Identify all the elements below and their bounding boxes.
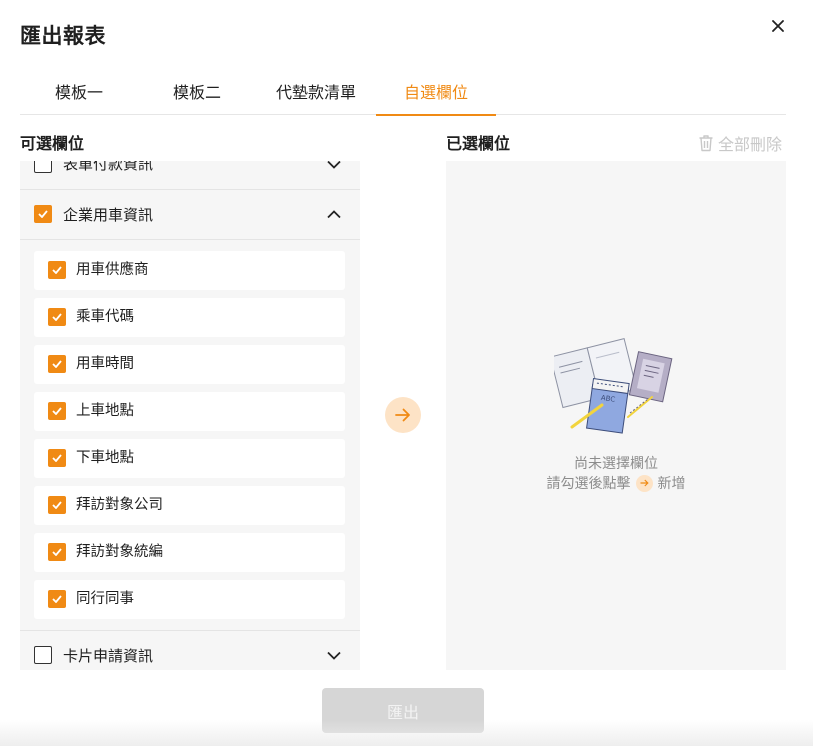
chevron-down-icon[interactable] bbox=[326, 647, 342, 663]
field-item[interactable]: 同行同事 bbox=[34, 580, 345, 619]
field-item[interactable]: 乘車代碼 bbox=[34, 298, 345, 337]
export-button[interactable]: 匯出 bbox=[322, 688, 484, 733]
field-checkbox[interactable] bbox=[48, 402, 66, 420]
check-icon bbox=[52, 501, 62, 509]
field-checkbox[interactable] bbox=[48, 308, 66, 326]
chevron-down-icon[interactable] bbox=[326, 161, 342, 172]
check-icon bbox=[52, 360, 62, 368]
field-item[interactable]: 用車供應商 bbox=[34, 251, 345, 290]
selected-fields-heading: 已選欄位 bbox=[446, 134, 511, 153]
arrow-right-icon bbox=[395, 408, 410, 422]
arrow-right-icon bbox=[635, 474, 653, 492]
field-label: 上車地點 bbox=[76, 403, 134, 419]
field-label: 拜訪對象公司 bbox=[76, 497, 163, 513]
group-checkbox-corporate-car-info[interactable] bbox=[34, 205, 52, 223]
tab-advance-payment-list[interactable]: 代墊款清單 bbox=[256, 66, 376, 115]
field-label: 用車供應商 bbox=[76, 262, 149, 278]
group-label: 企業用車資訊 bbox=[63, 206, 154, 224]
empty-hint-prefix: 請勾選後點擊 bbox=[546, 476, 631, 492]
trash-icon bbox=[699, 135, 713, 152]
close-button[interactable] bbox=[768, 16, 788, 36]
tab-custom-fields[interactable]: 自選欄位 bbox=[376, 66, 496, 116]
field-checkbox[interactable] bbox=[48, 590, 66, 608]
group-checkbox-payment-info[interactable] bbox=[34, 161, 52, 173]
check-icon bbox=[52, 266, 62, 274]
check-icon bbox=[52, 313, 62, 321]
field-label: 乘車代碼 bbox=[76, 309, 134, 325]
field-checkbox[interactable] bbox=[48, 261, 66, 279]
group-label: 表單付款資訊 bbox=[63, 161, 154, 173]
clear-all-button[interactable]: 全部刪除 bbox=[698, 131, 782, 155]
field-item[interactable]: 拜訪對象統編 bbox=[34, 533, 345, 572]
check-icon bbox=[52, 454, 62, 462]
group-checkbox-card-application-info[interactable] bbox=[34, 646, 52, 664]
add-to-selected-button[interactable] bbox=[385, 397, 421, 433]
empty-notebooks-illustration: ABC bbox=[554, 338, 673, 434]
check-icon bbox=[52, 407, 62, 415]
field-item[interactable]: 拜訪對象公司 bbox=[34, 486, 345, 525]
empty-hint-suffix: 新增 bbox=[657, 476, 686, 492]
field-label: 拜訪對象統編 bbox=[76, 544, 163, 560]
close-icon[interactable] bbox=[772, 20, 784, 32]
selected-fields-list: ABC 尚未選擇欄位 請勾選後點擊 新增 bbox=[446, 161, 786, 670]
field-checkbox[interactable] bbox=[48, 496, 66, 514]
group-row-card-application-info[interactable]: 卡片申請資訊 bbox=[20, 630, 360, 670]
check-icon bbox=[52, 595, 62, 603]
field-label: 同行同事 bbox=[76, 591, 134, 607]
tab-bar: 模板一 模板二 代墊款清單 自選欄位 bbox=[20, 66, 786, 116]
clear-all-label: 全部刪除 bbox=[718, 135, 783, 154]
field-label: 下車地點 bbox=[76, 450, 134, 466]
group-label: 卡片申請資訊 bbox=[63, 647, 154, 665]
field-item[interactable]: 下車地點 bbox=[34, 439, 345, 478]
check-icon bbox=[38, 210, 48, 218]
chevron-up-icon[interactable] bbox=[326, 206, 342, 222]
tab-template-2[interactable]: 模板二 bbox=[138, 66, 256, 115]
field-checkbox[interactable] bbox=[48, 543, 66, 561]
group-row-corporate-car-info[interactable]: 企業用車資訊 bbox=[20, 189, 360, 239]
check-icon bbox=[52, 548, 62, 556]
empty-state-title: 尚未選擇欄位 bbox=[574, 456, 658, 472]
tab-template-1[interactable]: 模板一 bbox=[20, 66, 138, 115]
available-fields-list[interactable]: 表單付款資訊 企業用車資訊 用車供應商 乘車代碼 用車時間 上車地點 下車地點 bbox=[20, 161, 360, 670]
field-item[interactable]: 用車時間 bbox=[34, 345, 345, 384]
dialog-title: 匯出報表 bbox=[20, 24, 106, 48]
field-checkbox[interactable] bbox=[48, 355, 66, 373]
field-label: 用車時間 bbox=[76, 356, 134, 372]
field-item[interactable]: 上車地點 bbox=[34, 392, 345, 431]
empty-state-hint: 請勾選後點擊 新增 bbox=[446, 473, 786, 493]
divider bbox=[20, 239, 360, 240]
available-fields-heading: 可選欄位 bbox=[20, 134, 85, 153]
field-checkbox[interactable] bbox=[48, 449, 66, 467]
group-row-payment-info[interactable]: 表單付款資訊 bbox=[20, 161, 360, 189]
